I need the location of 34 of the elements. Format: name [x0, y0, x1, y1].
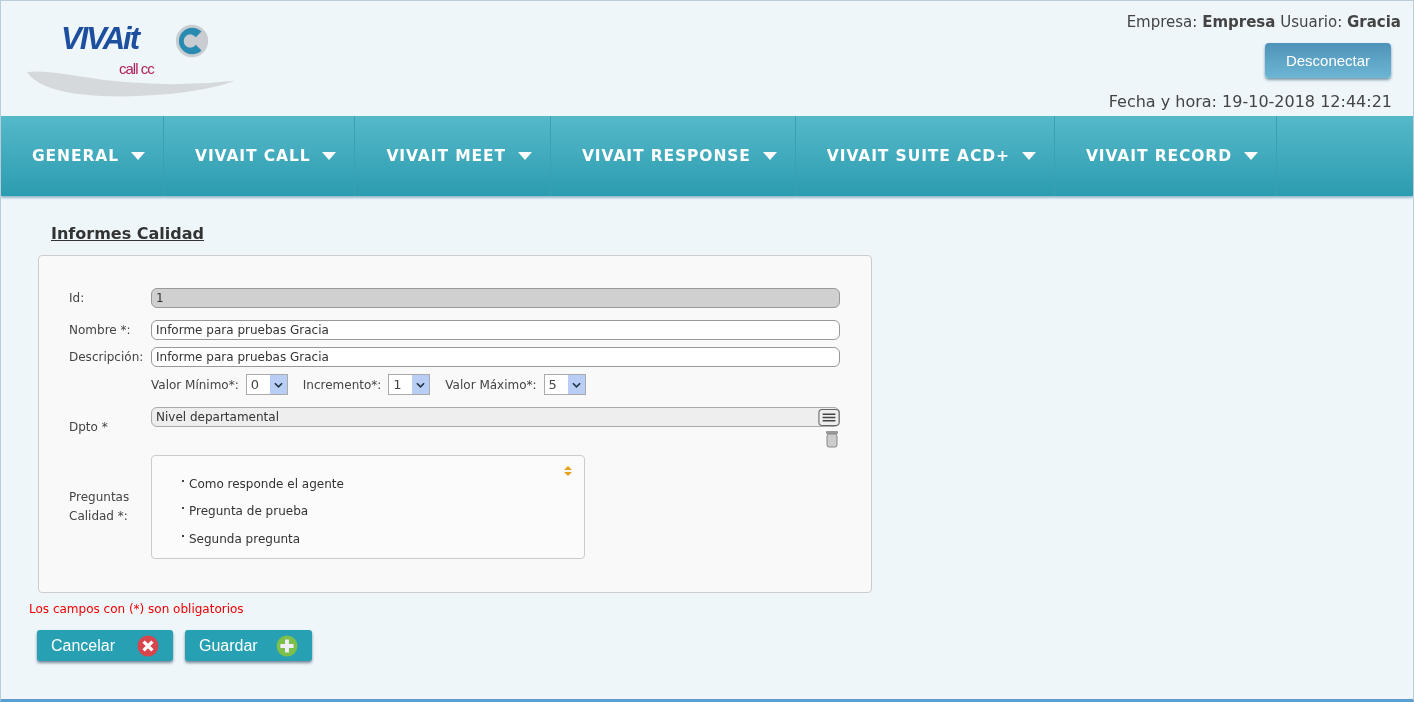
caret-icon	[1243, 152, 1258, 160]
logo-drawing: VIVAit call cc	[15, 16, 247, 96]
chevron-down-icon	[571, 381, 581, 388]
chevron-down-icon	[273, 381, 283, 388]
caret-icon	[762, 152, 777, 160]
plus-icon	[276, 634, 298, 657]
field-label: Preguntas Calidad *:	[69, 489, 131, 525]
caret-icon	[131, 152, 145, 160]
required-fields-note: Los campos con (*) son obligatorios	[29, 602, 245, 616]
field-label: Incremento*:	[302, 377, 382, 392]
field-label: Id:	[69, 289, 86, 307]
list-item[interactable]: Segunda pregunta	[189, 531, 301, 546]
page-title: Informes Calidad	[51, 224, 204, 243]
field-label: Valor Mínimo*:	[151, 377, 239, 392]
field-label: Valor Máximo*:	[445, 377, 537, 392]
field-label: Nombre *:	[69, 321, 132, 339]
close-icon	[137, 634, 159, 657]
date-time: Fecha y hora: 19-10-2018 12:44:21	[1108, 92, 1392, 111]
chevron-down-icon	[416, 381, 426, 388]
text-field[interactable]: Informe para pruebas Gracia	[151, 347, 840, 367]
caret-icon	[517, 152, 532, 160]
caret-icon	[322, 152, 337, 160]
dropdown[interactable]: 5	[543, 374, 586, 395]
text-field[interactable]: Informe para pruebas Gracia	[151, 320, 840, 340]
field-label: Descripción:	[69, 348, 145, 366]
sort-icon[interactable]	[564, 466, 572, 476]
list-item[interactable]: Pregunta de prueba	[189, 504, 309, 519]
list-icon[interactable]	[818, 409, 840, 426]
field-label: Dpto *	[69, 419, 109, 436]
dropdown[interactable]: 0	[245, 374, 288, 395]
caret-icon	[1021, 152, 1036, 160]
list-item[interactable]: Como responde el agente	[189, 476, 344, 491]
dropdown[interactable]: 1	[388, 374, 431, 395]
session-info: Empresa: Empresa Usuario: Gracia	[1126, 13, 1401, 31]
